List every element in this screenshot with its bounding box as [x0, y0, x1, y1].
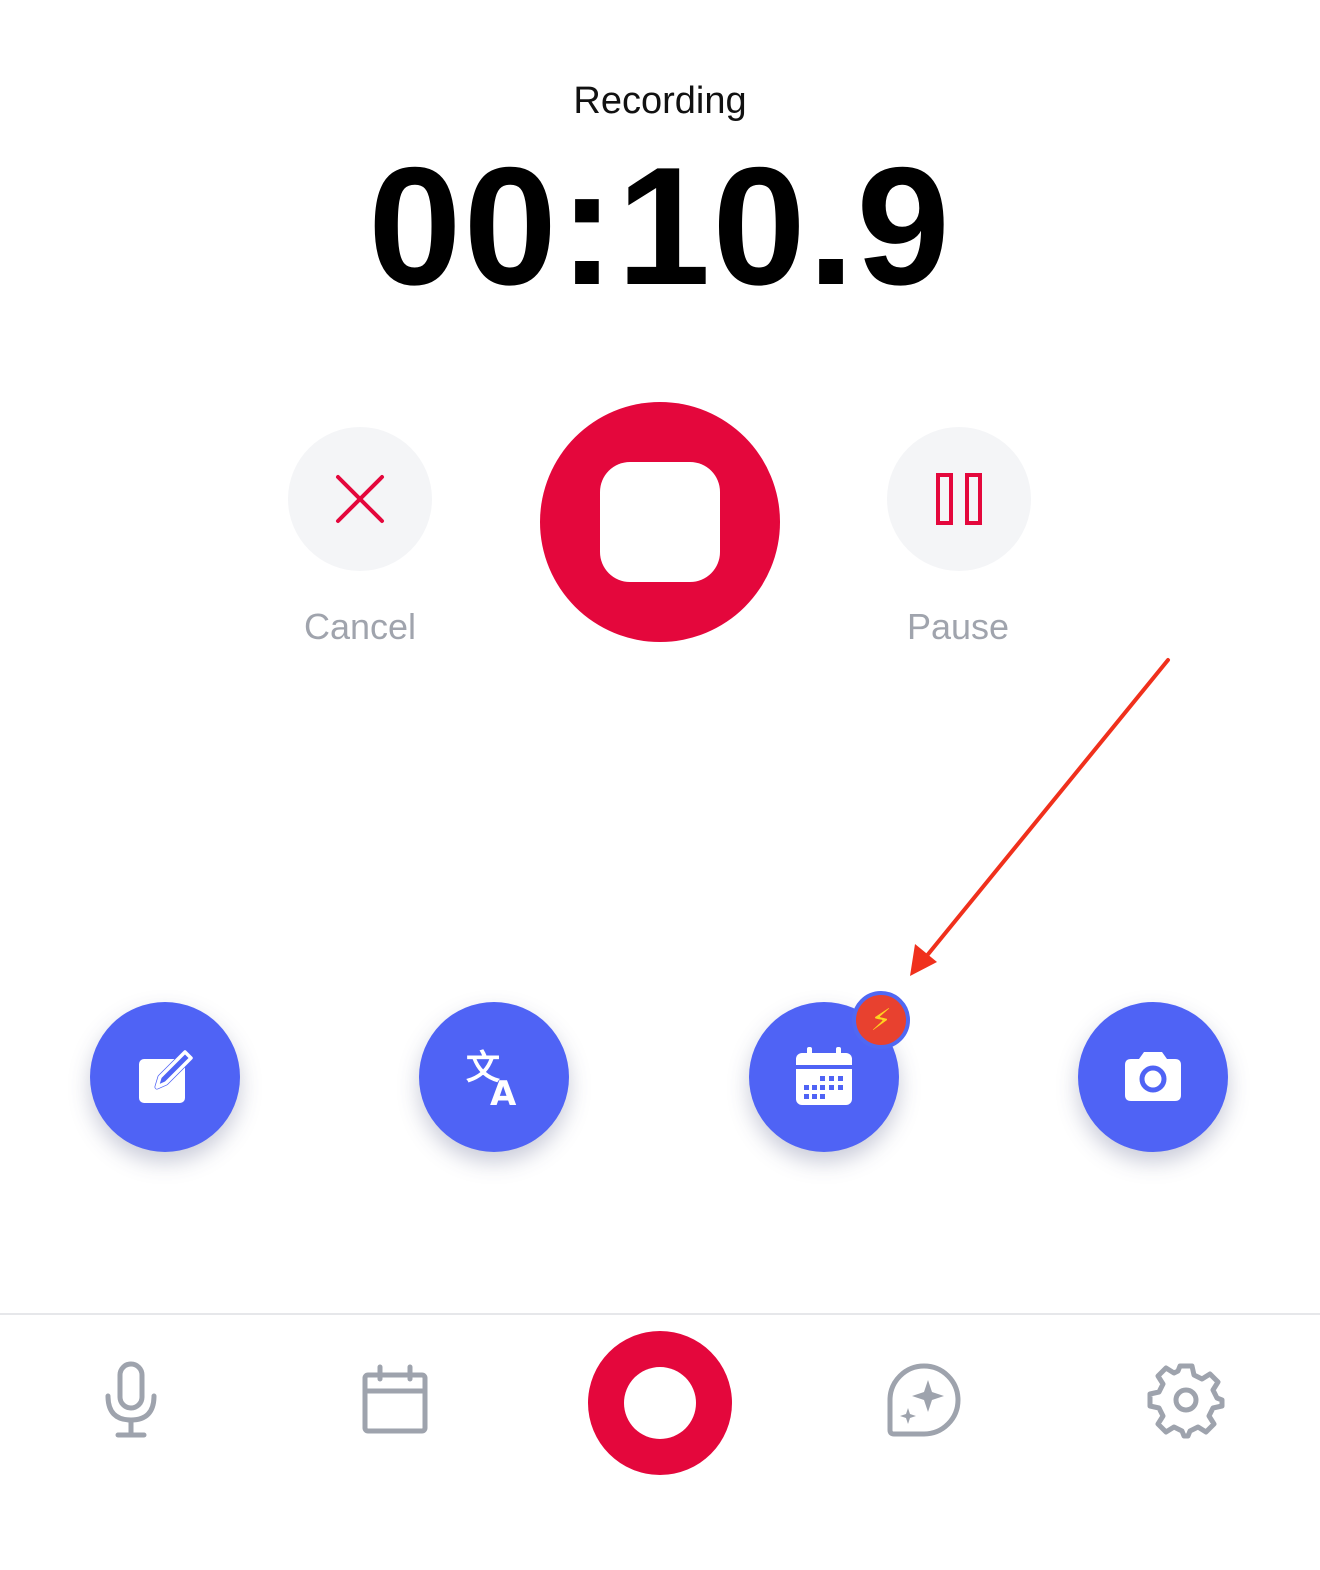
tab-ai-assistant[interactable] [879, 1355, 969, 1445]
premium-badge: ⚡ [852, 991, 910, 1049]
camera-icon [1125, 1052, 1181, 1101]
stop-icon [600, 462, 720, 582]
calendar-icon [796, 1047, 852, 1105]
edit-note-icon [139, 1049, 194, 1103]
svg-text:A: A [490, 1074, 517, 1111]
recording-timer: 00:10.9 [368, 132, 952, 320]
recording-status-label: Recording [573, 80, 747, 122]
tab-recordings[interactable] [86, 1355, 176, 1445]
microphone-icon [105, 1361, 157, 1438]
calendar-icon [362, 1364, 428, 1434]
bottom-tab-bar [0, 1313, 1320, 1570]
cancel-label: Cancel [303, 606, 417, 647]
stop-recording-button[interactable] [540, 402, 780, 642]
pause-label: Pause [906, 606, 1010, 647]
pause-button[interactable] [887, 427, 1031, 571]
recording-screen: Recording 00:10.9 Cancel Pause 文 A ⚡ [0, 0, 1320, 1570]
tab-calendar[interactable] [350, 1355, 440, 1445]
translate-button[interactable]: 文 A [419, 1002, 569, 1152]
close-icon [336, 475, 384, 523]
tab-record[interactable] [588, 1331, 732, 1475]
sparkle-chat-icon [887, 1363, 961, 1437]
translate-icon: 文 A [466, 1048, 517, 1111]
camera-button[interactable] [1078, 1002, 1228, 1152]
tab-settings[interactable] [1141, 1355, 1231, 1445]
cancel-button[interactable] [288, 427, 432, 571]
pause-icon [936, 473, 982, 525]
gear-icon [1147, 1363, 1225, 1439]
add-note-button[interactable] [90, 1002, 240, 1152]
record-icon [624, 1367, 696, 1439]
